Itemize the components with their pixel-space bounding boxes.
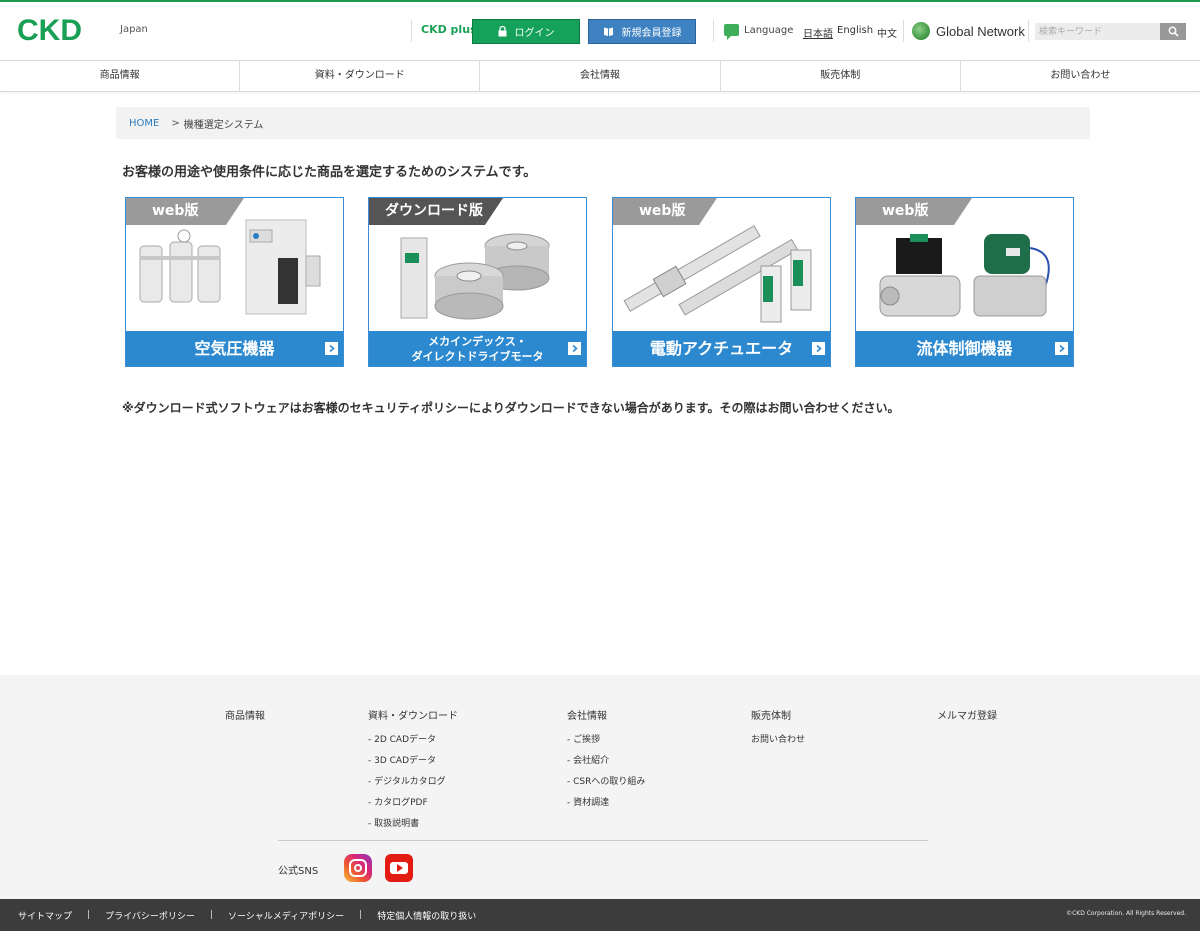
footer-link[interactable]: - 会社紹介 [567, 753, 645, 766]
footer-link[interactable]: - デジタルカタログ [368, 774, 458, 787]
nav-company[interactable]: 会社情報 [480, 61, 721, 91]
footer-col-products: 商品情報 [225, 707, 265, 732]
card-tag: web版 [856, 198, 972, 225]
global-nav: 商品情報 資料・ダウンロード 会社情報 販売体制 お問い合わせ [0, 60, 1200, 92]
footer-link[interactable]: - 3D CADデータ [368, 753, 458, 766]
card-title: 電動アクチュエータ [613, 331, 830, 366]
footer-link[interactable]: - カタログPDF [368, 795, 458, 808]
header-divider [903, 20, 904, 42]
ckd-plus-link[interactable]: CKD plus [421, 23, 477, 36]
breadcrumb-current: 機種選定システム [183, 119, 264, 131]
language-label: Language [744, 25, 794, 36]
ckd-logo[interactable]: CKD [17, 16, 82, 46]
lead-text: お客様の用途や使用条件に応じた商品を選定するためのシステムです。 [122, 165, 537, 180]
speech-bubble-icon [724, 24, 739, 40]
footer-col-sales: 販売体制 お問い合わせ [751, 707, 805, 753]
privacy-policy-link[interactable]: プライバシーポリシー [105, 909, 195, 922]
sitemap-link[interactable]: サイトマップ [18, 909, 72, 922]
header-divider [411, 20, 412, 42]
sns-label: 公式SNS [278, 866, 319, 877]
site-footer: 商品情報 資料・ダウンロード - 2D CADデータ - 3D CADデータ -… [0, 675, 1200, 899]
breadcrumb-separator: > [171, 117, 180, 129]
chevron-right-icon [568, 342, 581, 355]
card-tag: web版 [126, 198, 244, 225]
card-direct-drive[interactable]: ダウンロード版 メカインデックス・ ダイレクトドライブモータ [368, 197, 587, 367]
header-divider [1028, 20, 1029, 42]
card-title-text: 空気圧機器 [194, 339, 275, 358]
footer-divider [278, 840, 928, 841]
site-header: CKD Japan CKD plus ログイン 新規会員登録 Language … [0, 2, 1200, 59]
breadcrumb: HOME > 機種選定システム [116, 107, 1090, 139]
search-input[interactable] [1035, 23, 1160, 40]
lang-japanese[interactable]: 日本語 [803, 25, 833, 40]
card-electric-actuator[interactable]: web版 電動アクチュエータ [612, 197, 831, 367]
chevron-right-icon [812, 342, 825, 355]
global-network-link[interactable]: Global Network [936, 24, 1025, 39]
footer-link[interactable]: - 2D CADデータ [368, 732, 458, 745]
nav-products[interactable]: 商品情報 [0, 61, 241, 91]
card-title-text: 電動アクチュエータ [649, 339, 794, 358]
login-label: ログイン [514, 28, 555, 39]
chevron-right-icon [325, 342, 338, 355]
region-label: Japan [120, 24, 148, 35]
bottom-bar-separator: | [209, 910, 213, 920]
footer-link[interactable]: お問い合わせ [751, 732, 805, 745]
lang-english[interactable]: English [837, 25, 873, 36]
book-icon [603, 27, 613, 36]
footer-link[interactable]: - 資材調達 [567, 795, 645, 808]
register-label: 新規会員登録 [621, 28, 682, 39]
copyright: ©CKD Corporation. All Rights Reserved. [1066, 910, 1186, 917]
nav-contact[interactable]: お問い合わせ [961, 61, 1200, 91]
footer-heading[interactable]: 資料・ダウンロード [368, 707, 458, 722]
card-tag: ダウンロード版 [369, 198, 503, 225]
login-button[interactable]: ログイン [472, 19, 580, 44]
social-media-policy-link[interactable]: ソーシャルメディアポリシー [228, 909, 344, 922]
bottom-bar: サイトマップ | プライバシーポリシー | ソーシャルメディアポリシー | 特定… [0, 899, 1200, 931]
search-button[interactable] [1160, 23, 1186, 40]
footer-heading[interactable]: メルマガ登録 [937, 707, 997, 722]
youtube-icon[interactable] [385, 854, 413, 882]
bottom-bar-separator: | [87, 910, 91, 920]
footer-link[interactable]: - CSRへの取り組み [567, 774, 645, 787]
search-icon [1168, 26, 1179, 37]
bottom-bar-separator: | [359, 910, 363, 920]
card-pneumatic[interactable]: web版 空気圧機器 [125, 197, 344, 367]
footer-heading[interactable]: 販売体制 [751, 707, 805, 722]
personal-info-link[interactable]: 特定個人情報の取り扱い [377, 909, 476, 922]
card-title: メカインデックス・ ダイレクトドライブモータ [369, 331, 586, 366]
instagram-icon[interactable] [344, 854, 372, 882]
card-title-line2: ダイレクトドライブモータ [411, 349, 544, 363]
breadcrumb-home[interactable]: HOME [129, 118, 159, 129]
footer-col-company: 会社情報 - ご挨拶 - 会社紹介 - CSRへの取り組み - 資材調達 [567, 707, 645, 816]
footer-col-downloads: 資料・ダウンロード - 2D CADデータ - 3D CADデータ - デジタル… [368, 707, 458, 837]
register-button[interactable]: 新規会員登録 [588, 19, 696, 44]
nav-sales[interactable]: 販売体制 [721, 61, 961, 91]
download-note: ※ダウンロード式ソフトウェアはお客様のセキュリティポリシーによりダウンロードでき… [122, 401, 900, 415]
footer-col-newsletter: メルマガ登録 [937, 707, 997, 732]
globe-icon [912, 22, 930, 40]
lang-chinese[interactable]: 中文 [877, 25, 897, 40]
nav-downloads[interactable]: 資料・ダウンロード [240, 61, 481, 91]
footer-link[interactable]: - ご挨拶 [567, 732, 645, 745]
card-fluid-control[interactable]: web版 流体制御機器 [855, 197, 1074, 367]
card-title-text: 流体制御機器 [916, 339, 1013, 358]
footer-link[interactable]: - 取扱説明書 [368, 816, 458, 829]
chevron-right-icon [1055, 342, 1068, 355]
lock-icon [498, 26, 506, 37]
footer-heading[interactable]: 商品情報 [225, 707, 265, 722]
card-title-line1: メカインデックス・ [428, 334, 527, 348]
card-title: 空気圧機器 [126, 331, 343, 366]
header-divider [713, 20, 714, 42]
card-tag: web版 [613, 198, 717, 225]
footer-heading[interactable]: 会社情報 [567, 707, 645, 722]
card-title: 流体制御機器 [856, 331, 1073, 366]
